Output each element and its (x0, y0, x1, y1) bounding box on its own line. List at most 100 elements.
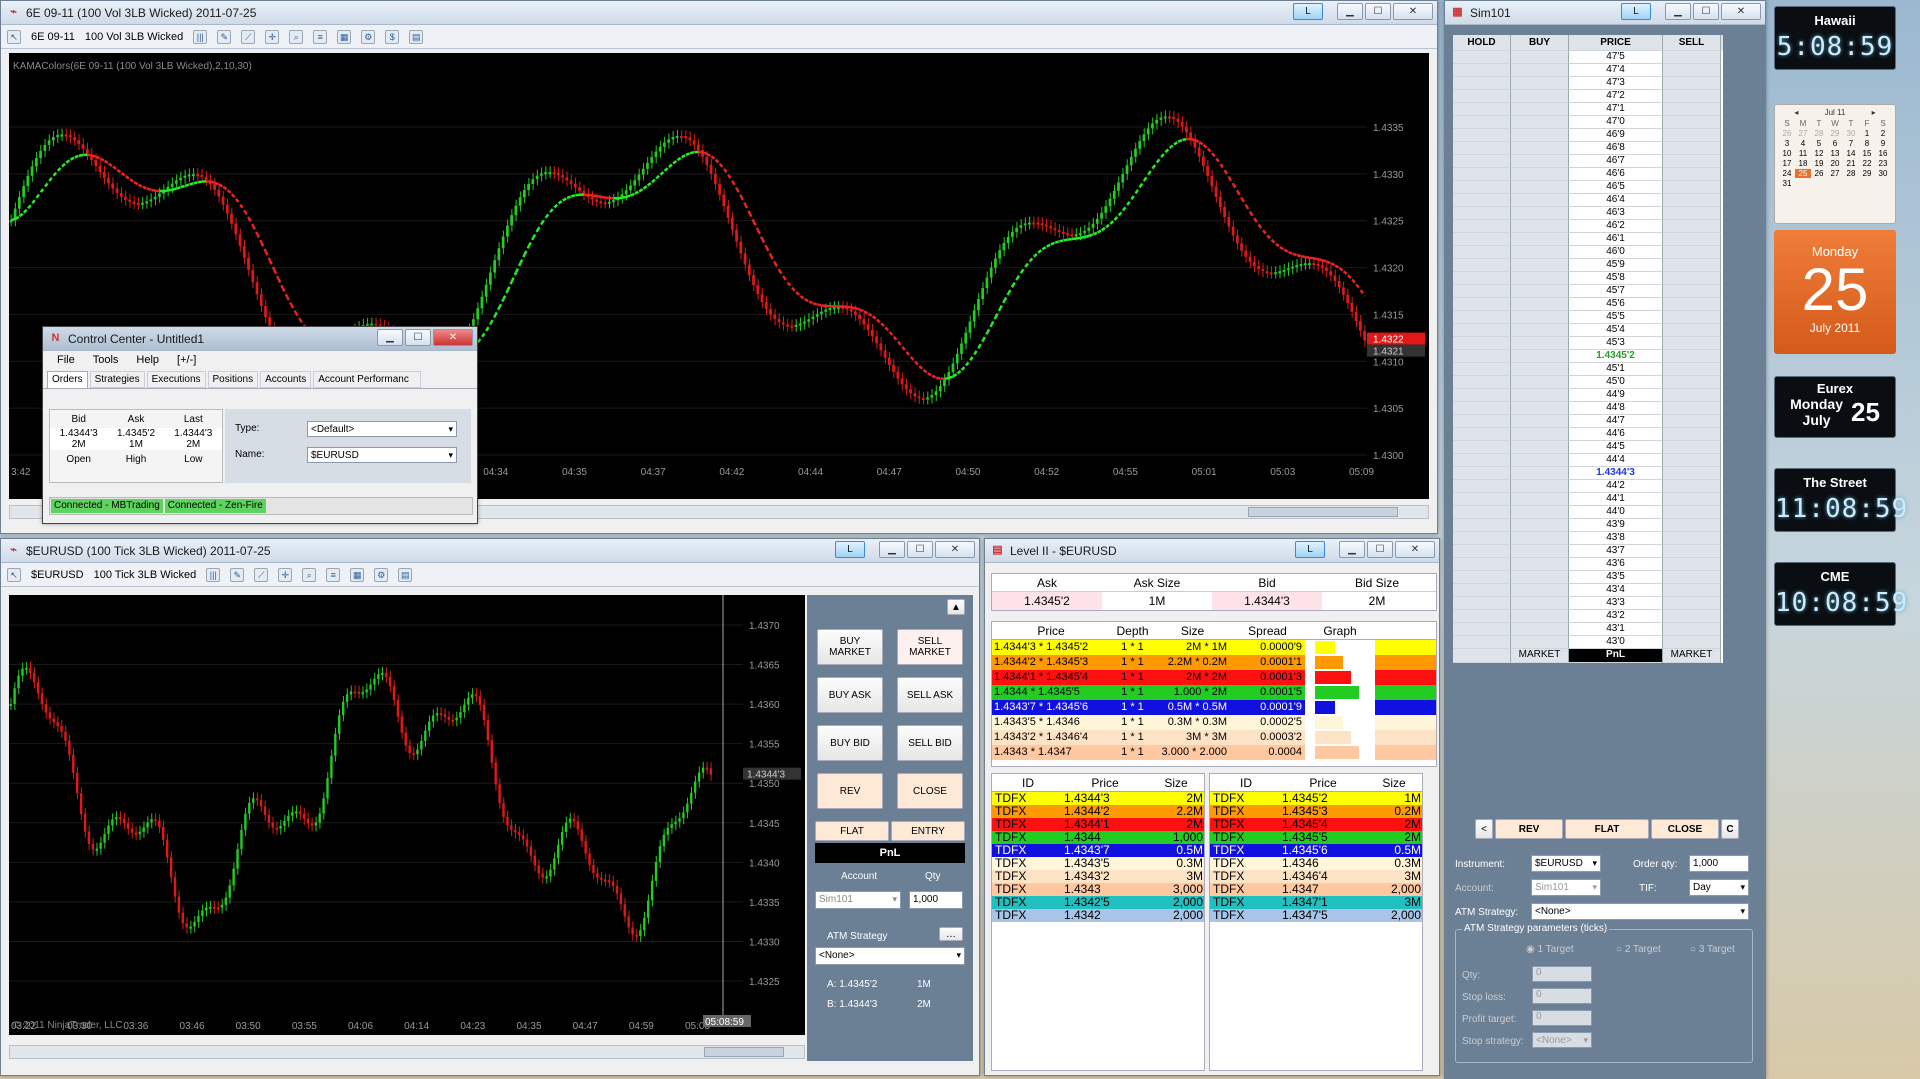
dom-buy-cell[interactable] (1511, 584, 1569, 597)
dom-sell-cell[interactable] (1663, 103, 1721, 116)
dom-market-left[interactable]: MARKET (1511, 649, 1569, 663)
dom-ladder-row[interactable]: 44'2 (1453, 480, 1723, 493)
dom-ladder-row[interactable]: 47'1 (1453, 103, 1723, 116)
maximize-button[interactable]: ☐ (1693, 3, 1719, 20)
maximize-button[interactable]: ☐ (405, 329, 431, 346)
cal-day[interactable] (1875, 179, 1891, 188)
dom-buy-cell[interactable] (1511, 168, 1569, 181)
crosshair-icon[interactable]: ✛ (278, 567, 293, 582)
dom-ladder-row[interactable]: 44'9 (1453, 389, 1723, 402)
dom-sell-cell[interactable] (1663, 623, 1721, 636)
type-select[interactable]: <Default> (307, 421, 457, 437)
dom-ladder-row[interactable]: 43'3 (1453, 597, 1723, 610)
instrument-selector[interactable]: 6E 09-11 (31, 31, 75, 43)
dom-buy-cell[interactable] (1511, 311, 1569, 324)
dom-market-right[interactable]: MARKET (1663, 649, 1721, 663)
indicators-icon[interactable]: ≡ (326, 567, 341, 582)
clock-the-street[interactable]: The Street 11:08:59 (1774, 468, 1907, 532)
cal-day[interactable]: 28 (1843, 169, 1859, 178)
dom-ladder-row[interactable]: 46'4 (1453, 194, 1723, 207)
order-qty-field[interactable]: 1,000 (1689, 855, 1749, 872)
bid-header-size[interactable]: Size (1146, 774, 1204, 792)
dom-sell-cell[interactable] (1663, 350, 1721, 363)
cal-day[interactable]: 24 (1779, 169, 1795, 178)
pencil-icon[interactable]: ✎ (230, 567, 245, 582)
close-button[interactable]: ✕ (1721, 3, 1761, 20)
calendar-gadget[interactable]: ◂ Jul 11 ▸ S M T W T F S 26 27 28 29 30 1 2 3 4 5 6 7 8 9 10 1… (1774, 104, 1896, 224)
properties-icon[interactable]: ⚙ (374, 567, 389, 582)
cal-day[interactable]: 13 (1827, 149, 1843, 158)
cal-day[interactable]: 29 (1827, 129, 1843, 138)
book-row[interactable]: TDFX 1.4342 2,000 (992, 909, 1204, 922)
sell-ask-button[interactable]: SELL ASK (897, 677, 963, 713)
dom-sell-cell[interactable] (1663, 246, 1721, 259)
minimize-button[interactable]: ▁ (879, 541, 905, 558)
account-select[interactable]: Sim101 (1531, 879, 1601, 896)
dom-ladder-row[interactable]: 45'5 (1453, 311, 1723, 324)
depth-row[interactable]: 1.4344 * 1.4345'5 1 * 1 1.000 * 2M 0.0001'5 (992, 685, 1436, 700)
ask-header-size[interactable]: Size (1364, 774, 1422, 792)
dom-ladder-row[interactable]: 43'1 (1453, 623, 1723, 636)
buy-market-button[interactable]: BUY MARKET (817, 629, 883, 665)
data-box-icon[interactable]: ▤ (398, 567, 413, 582)
data-box-icon[interactable]: ▤ (409, 29, 424, 44)
depth-header-size[interactable]: Size (1155, 622, 1230, 640)
dom-ladder-row[interactable]: 1.4345'2 (1453, 350, 1723, 363)
close-button[interactable]: ✕ (1393, 3, 1433, 20)
clock-hawaii[interactable]: Hawaii 5:08:59 (1774, 6, 1896, 70)
sell-market-button[interactable]: SELL MARKET (897, 629, 963, 665)
dom-buy-cell[interactable] (1511, 324, 1569, 337)
dom-ladder-row[interactable]: 46'5 (1453, 181, 1723, 194)
dom-buy-cell[interactable] (1511, 571, 1569, 584)
cal-day[interactable]: 1 (1859, 129, 1875, 138)
dom-sell-cell[interactable] (1663, 285, 1721, 298)
zoom-icon[interactable]: ⌕ (302, 567, 317, 582)
scroll-up-button[interactable]: ▲ (947, 599, 965, 615)
dom-sell-cell[interactable] (1663, 181, 1721, 194)
dom-buy-cell[interactable] (1511, 246, 1569, 259)
depth-row[interactable]: 1.4344'1 * 1.4345'4 1 * 1 2M * 2M 0.0001'3 (992, 670, 1436, 685)
minimize-button[interactable]: ▁ (1337, 3, 1363, 20)
dom-ladder-row[interactable]: 44'5 (1453, 441, 1723, 454)
cal-day[interactable]: 23 (1875, 159, 1891, 168)
minimize-button[interactable]: ▁ (377, 329, 403, 346)
dom-ladder-row[interactable]: 44'4 (1453, 454, 1723, 467)
buy-ask-button[interactable]: BUY ASK (817, 677, 883, 713)
dom-buy-cell[interactable] (1511, 90, 1569, 103)
dom-buy-cell[interactable] (1511, 337, 1569, 350)
dom-sell-cell[interactable] (1663, 116, 1721, 129)
dom-sell-cell[interactable] (1663, 584, 1721, 597)
dom-buy-cell[interactable] (1511, 64, 1569, 77)
menu-tools[interactable]: Tools (93, 354, 119, 368)
cal-day[interactable]: 30 (1875, 169, 1891, 178)
dom-buy-cell[interactable] (1511, 155, 1569, 168)
dom-sell-cell[interactable] (1663, 545, 1721, 558)
drawing-tool-icon[interactable]: ⟋ (254, 567, 269, 582)
cal-day[interactable]: 18 (1795, 159, 1811, 168)
dom-sell-cell[interactable] (1663, 324, 1721, 337)
tab-executions[interactable]: Executions (146, 371, 206, 388)
instrument-select[interactable]: $EURUSD (1531, 855, 1601, 872)
dom-ladder-row[interactable]: 47'3 (1453, 77, 1723, 90)
dom-sell-cell[interactable] (1663, 454, 1721, 467)
dom-sell-cell[interactable] (1663, 194, 1721, 207)
dom-ladder-row[interactable]: 46'6 (1453, 168, 1723, 181)
clock-cme[interactable]: CME 10:08:59 (1774, 562, 1907, 626)
dom-sell-cell[interactable] (1663, 493, 1721, 506)
depth-header-graph[interactable]: Graph (1305, 622, 1375, 640)
chart2-scrollbar[interactable] (9, 1045, 805, 1059)
dom-buy-cell[interactable] (1511, 142, 1569, 155)
dom-ladder-row[interactable]: 43'7 (1453, 545, 1723, 558)
scroll-thumb[interactable] (1248, 507, 1398, 517)
depth-row[interactable]: 1.4344'3 * 1.4345'2 1 * 1 2M * 1M 0.0000'9 (992, 640, 1436, 655)
cal-day[interactable]: 10 (1779, 149, 1795, 158)
dom-prev-button[interactable]: < (1475, 819, 1493, 839)
dom-sell-cell[interactable] (1663, 467, 1721, 480)
tab-accounts[interactable]: Accounts (260, 371, 312, 388)
dom-sell-cell[interactable] (1663, 415, 1721, 428)
rev-button[interactable]: REV (817, 773, 883, 809)
dom-sell-cell[interactable] (1663, 441, 1721, 454)
cal-day[interactable]: 19 (1811, 159, 1827, 168)
dom-ladder-row[interactable]: 44'8 (1453, 402, 1723, 415)
period-selector[interactable]: 100 Tick 3LB Wicked (94, 569, 197, 581)
